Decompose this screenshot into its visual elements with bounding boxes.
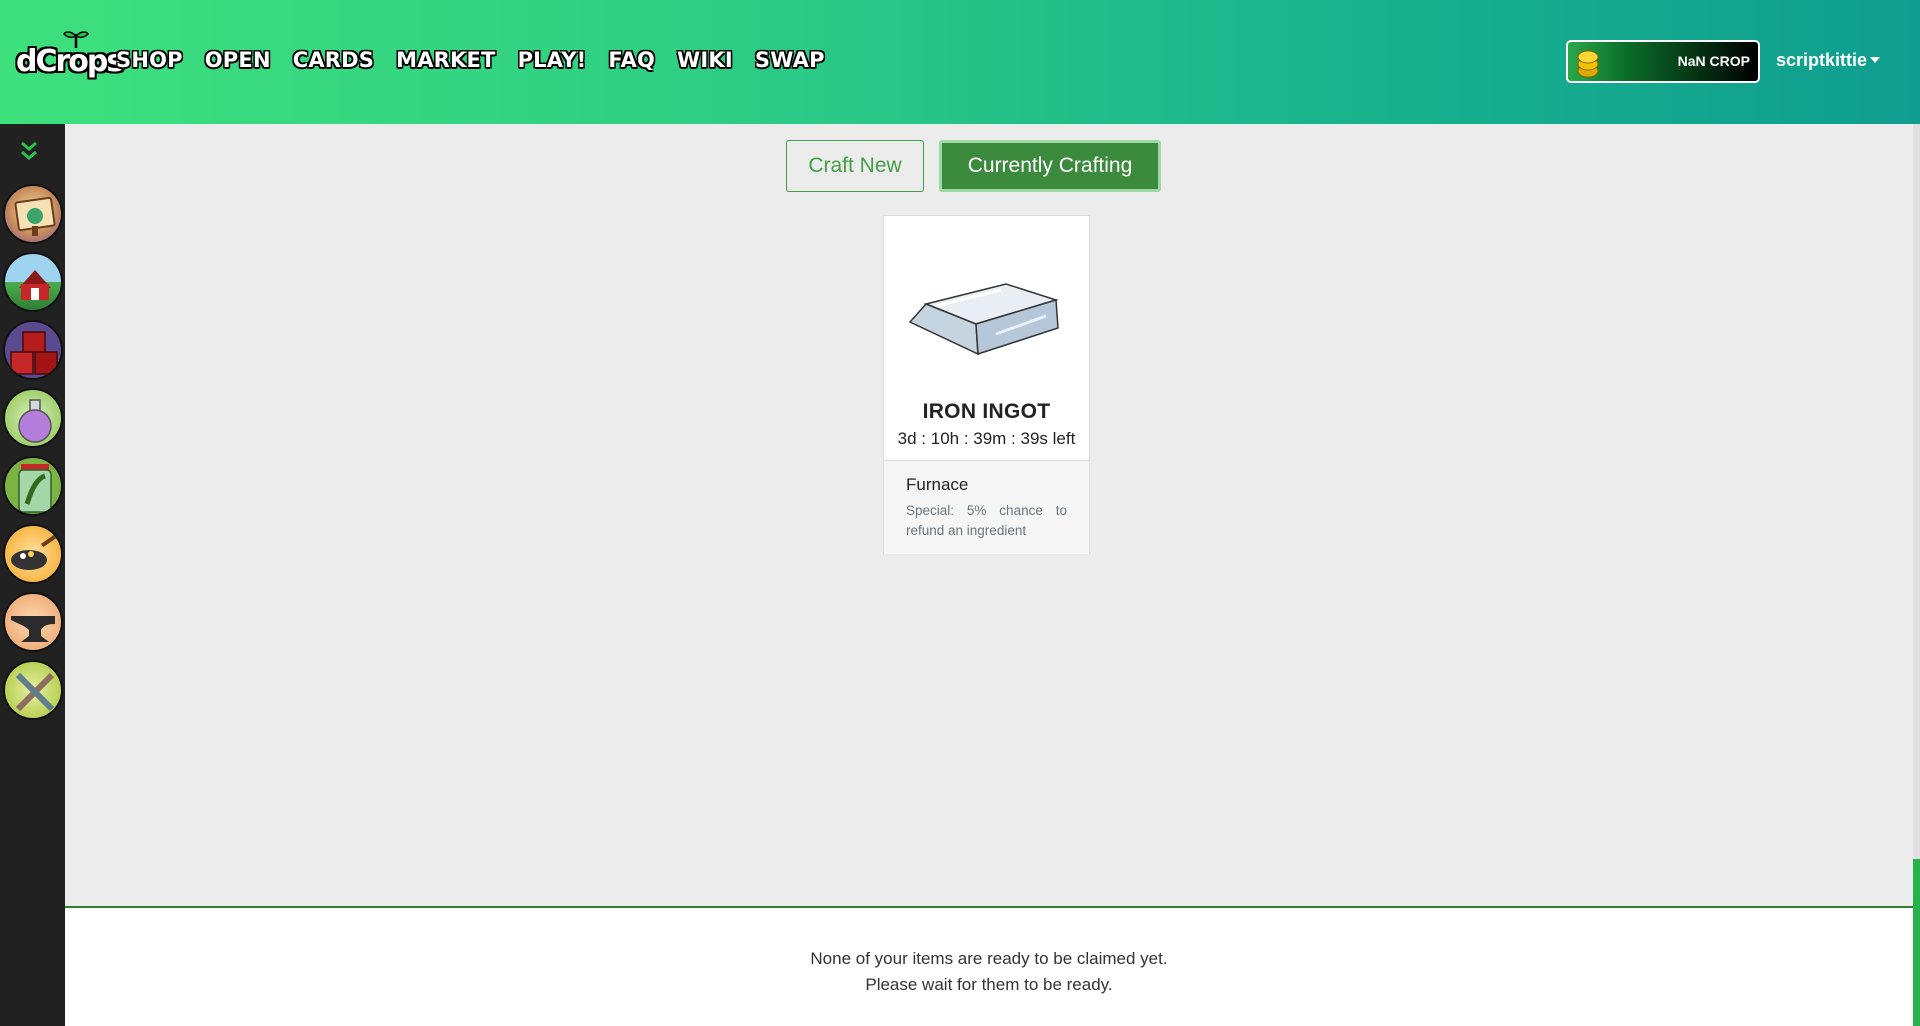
user-menu[interactable]: scriptkittie bbox=[1776, 50, 1881, 71]
iron-ingot-icon bbox=[908, 283, 1059, 356]
nav-play[interactable]: PLAY! bbox=[518, 48, 587, 72]
claim-message-line2: Please wait for them to be ready. bbox=[865, 975, 1113, 994]
dashboard-icon[interactable] bbox=[3, 184, 63, 244]
logo-text: dCrops bbox=[16, 44, 124, 79]
balance-value: NaN CROP bbox=[1677, 53, 1750, 69]
potion-icon[interactable] bbox=[3, 388, 63, 448]
nav-wiki[interactable]: WIKI bbox=[677, 48, 733, 72]
time-left: 3d : 10h : 39m : 39s left bbox=[897, 429, 1076, 448]
dashboard-graphic bbox=[14, 196, 56, 236]
crates-graphic bbox=[10, 331, 58, 375]
coins-icon bbox=[1577, 50, 1599, 78]
page-scrollbar[interactable] bbox=[1913, 124, 1920, 1026]
tools-graphic bbox=[15, 672, 55, 712]
nav-faq[interactable]: FAQ bbox=[608, 48, 655, 72]
crop-balance[interactable]: NaN CROP bbox=[1566, 40, 1760, 83]
nav-open[interactable]: OPEN bbox=[205, 48, 271, 72]
double-chevron-down-icon[interactable] bbox=[20, 140, 38, 162]
username: scriptkittie bbox=[1776, 50, 1868, 70]
sidebar bbox=[0, 124, 65, 1026]
cooking-pan-icon[interactable] bbox=[3, 524, 63, 584]
sprout-icon bbox=[63, 31, 89, 48]
crafting-item-card: IRON INGOT 3d : 10h : 39m : 39s left Fur… bbox=[883, 215, 1090, 554]
crates-icon[interactable] bbox=[3, 320, 63, 380]
scrollbar-thumb[interactable] bbox=[1913, 859, 1920, 1026]
claim-panel: None of your items are ready to be claim… bbox=[65, 906, 1913, 1026]
nav-shop[interactable]: SHOP bbox=[116, 48, 183, 72]
tools-icon[interactable] bbox=[3, 660, 63, 720]
dcrops-logo[interactable]: dCrops bbox=[16, 31, 124, 82]
caret-down-icon bbox=[1870, 57, 1881, 63]
pan-graphic bbox=[11, 532, 60, 570]
barn-graphic bbox=[19, 270, 51, 300]
jar-graphic bbox=[18, 464, 52, 513]
card-footer: Furnace Special: 5% chance to refund an … bbox=[884, 460, 1089, 554]
main-nav: SHOP OPEN CARDS MARKET PLAY! FAQ WIKI SW… bbox=[116, 48, 847, 72]
crafting-station: Furnace bbox=[906, 475, 969, 494]
nav-swap[interactable]: SWAP bbox=[755, 48, 825, 72]
special-bonus: Special: 5% chance to refund an ingredie… bbox=[906, 503, 1067, 538]
jar-icon[interactable] bbox=[3, 456, 63, 516]
nav-cards[interactable]: CARDS bbox=[293, 48, 374, 72]
craft-new-button[interactable]: Craft New bbox=[786, 140, 924, 192]
anvil-icon[interactable] bbox=[3, 592, 63, 652]
anvil-graphic bbox=[11, 616, 55, 642]
main-content: Craft New Currently Crafting IRON INGOT … bbox=[65, 124, 1913, 906]
top-header: dCrops SHOP OPEN CARDS MARKET PLAY! FAQ … bbox=[0, 0, 1920, 124]
farm-barn-icon[interactable] bbox=[3, 252, 63, 312]
claim-message: None of your items are ready to be claim… bbox=[65, 946, 1913, 998]
claim-message-line1: None of your items are ready to be claim… bbox=[810, 949, 1168, 968]
nav-market[interactable]: MARKET bbox=[396, 48, 495, 72]
item-name: IRON INGOT bbox=[922, 400, 1051, 423]
potion-graphic bbox=[18, 399, 52, 443]
currently-crafting-button[interactable]: Currently Crafting bbox=[939, 140, 1161, 192]
